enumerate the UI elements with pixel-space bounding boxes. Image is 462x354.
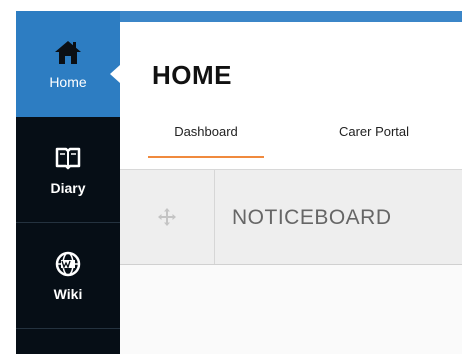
sidebar-item-label: Wiki (53, 286, 83, 302)
top-accent-bar (120, 11, 462, 22)
sidebar-item-home[interactable]: Home (16, 11, 120, 117)
sidebar: Home Diary Wiki (16, 11, 120, 354)
globe-w-icon (55, 251, 81, 277)
page-title: HOME (152, 60, 232, 90)
sidebar-item-label: Home (49, 74, 87, 90)
app-frame: Home Diary Wiki HOME Dashboard Carer Por… (16, 11, 462, 354)
drag-handle[interactable] (120, 170, 215, 264)
tab-dashboard[interactable]: Dashboard (148, 124, 264, 158)
noticeboard-title: NOTICEBOARD (232, 206, 392, 229)
active-indicator (110, 65, 120, 83)
home-icon (55, 41, 81, 64)
sidebar-item-wiki[interactable]: Wiki (16, 223, 120, 329)
sidebar-item-label: Diary (50, 180, 86, 196)
tab-carer-portal[interactable]: Carer Portal (316, 124, 432, 156)
book-icon (55, 147, 81, 170)
sidebar-item-diary[interactable]: Diary (16, 117, 120, 223)
main-content: HOME Dashboard Carer Portal NOTICEBOARD (120, 22, 462, 354)
content-area (120, 265, 462, 354)
move-icon (158, 208, 176, 226)
noticeboard-panel-header: NOTICEBOARD (120, 169, 462, 265)
